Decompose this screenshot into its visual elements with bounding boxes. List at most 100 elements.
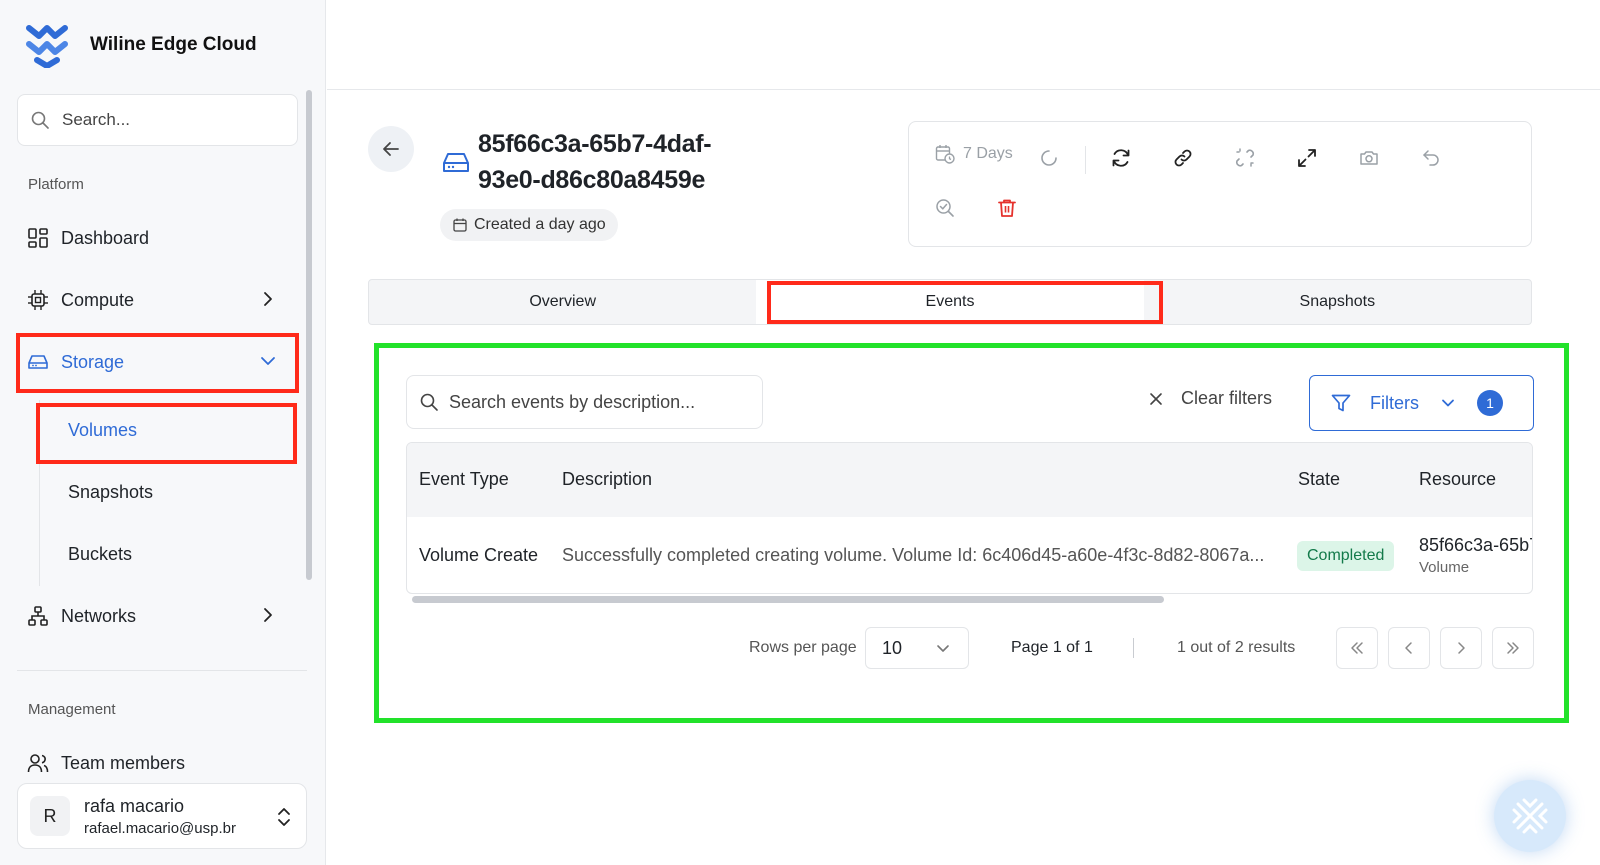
next-page-button[interactable] [1440,627,1482,669]
resource-name-cell[interactable]: 85f66c3a-65b7 [1419,535,1532,556]
chevron-right-icon [264,292,272,306]
top-bar [327,0,1600,90]
chevron-down-icon [1442,399,1454,407]
last-page-button[interactable] [1492,627,1534,669]
wiline-logo-icon [26,25,68,68]
sidebar-item-label: Dashboard [61,227,150,248]
status-badge: Completed [1297,541,1395,571]
results-count: 1 out of 2 results [1177,639,1296,656]
chevron-right-icon [1458,642,1465,654]
filters-button[interactable]: Filters 1 [1309,375,1534,431]
volume-actions-toolbar: 7 Days [908,121,1532,247]
assistant-icon [1512,798,1548,834]
refresh-button[interactable] [1103,140,1139,176]
volume-title: 85f66c3a-65b7-4daf-93e0-d86c80a8459e [478,130,712,194]
sidebar-subitem-snapshots[interactable]: Snapshots [40,467,296,517]
back-button[interactable] [368,126,414,172]
sidebar-search-input[interactable]: Search... [17,94,298,146]
volume-tabs: Overview Events Snapshots [368,279,1532,325]
created-text: Created a day ago [474,216,606,233]
sidebar-item-label: Team members [61,752,186,773]
detach-button[interactable] [1227,140,1263,176]
table-header: Event Type Description State Resource [407,443,1532,517]
page-indicator: Page 1 of 1 [1011,639,1093,656]
sidebar-item-compute[interactable]: Compute [17,275,298,325]
chevrons-right-icon [1507,642,1519,654]
inspect-button[interactable] [927,190,963,226]
users-icon [27,752,49,774]
sidebar-subitem-volumes[interactable]: Volumes [40,405,296,455]
events-table: Event Type Description State Resource Vo… [406,442,1533,594]
column-header-resource[interactable]: Resource [1419,469,1496,490]
storage-icon [27,351,49,373]
search-icon [420,393,438,411]
unlink-icon [1235,148,1255,167]
column-header-event-type[interactable]: Event Type [419,469,509,490]
volume-icon [443,153,469,172]
user-name: rafa macario [84,795,185,816]
delete-icon [998,199,1016,217]
events-search-placeholder: Search events by description... [449,391,696,412]
loading-indicator [1031,140,1067,176]
rows-per-page-select[interactable]: 10 [865,627,969,669]
search-placeholder: Search... [62,110,131,129]
platform-section-label: Platform [28,176,84,193]
sidebar-scrollbar[interactable] [306,90,312,580]
sidebar-item-networks[interactable]: Networks [17,591,298,641]
column-header-state[interactable]: State [1298,469,1340,490]
expand-icon [1298,149,1316,167]
toolbar-divider [1085,146,1086,174]
first-page-button[interactable] [1336,627,1378,669]
table-horizontal-scrollbar[interactable] [412,596,1164,603]
user-menu[interactable]: R rafa macario rafael.macario@usp.br [17,783,307,849]
clear-filters-label: Clear filters [1181,388,1273,408]
brand[interactable]: Wiline Edge Cloud [26,22,257,68]
inspect-icon [936,199,954,217]
chevrons-up-down-icon [278,808,290,826]
events-search-input[interactable]: Search events by description... [406,375,763,429]
sidebar-subitem-buckets[interactable]: Buckets [40,529,296,579]
sidebar-item-team-members[interactable]: Team members [17,738,298,788]
search-icon [31,111,49,129]
filters-label: Filters [1370,392,1419,413]
dashboard-icon [27,227,49,249]
brand-name: Wiline Edge Cloud [90,34,257,55]
close-icon [1150,392,1162,405]
chevron-right-icon [264,608,272,622]
chevron-left-icon [1405,642,1412,654]
event-type-cell: Volume Create [419,545,539,565]
snapshot-button[interactable] [1351,140,1387,176]
assistant-fab-button[interactable] [1494,780,1566,852]
attach-button[interactable] [1165,140,1201,176]
revert-button[interactable] [1413,140,1449,176]
sidebar-divider [17,670,307,671]
filter-icon [1331,394,1351,412]
chevrons-left-icon [1351,642,1363,654]
loading-icon [1041,150,1057,166]
column-header-description[interactable]: Description [562,469,652,490]
resize-button[interactable] [1289,140,1325,176]
chevron-down-icon [261,357,275,365]
refresh-icon [1112,149,1130,167]
filters-count-badge: 1 [1477,390,1503,416]
sidebar-item-storage[interactable]: Storage [17,337,298,387]
clear-filters-button[interactable]: Clear filters [1149,388,1272,409]
camera-icon [1360,151,1378,165]
rows-per-page-label: Rows per page [749,639,857,656]
calendar-clock-icon [935,145,955,164]
arrow-left-icon [383,142,399,156]
tab-overview[interactable]: Overview [369,280,756,324]
created-badge: Created a day ago [440,209,618,241]
time-range-label: 7 Days [963,145,1013,162]
previous-page-button[interactable] [1388,627,1430,669]
undo-icon [1423,150,1439,166]
sidebar-item-dashboard[interactable]: Dashboard [17,213,298,263]
description-cell: Successfully completed creating volume. … [562,545,1265,565]
user-email: rafael.macario@usp.br [84,819,236,837]
sidebar-item-label: Storage [61,351,125,372]
chevron-down-icon [937,645,949,652]
time-range-selector[interactable]: 7 Days [935,144,1013,164]
tab-snapshots[interactable]: Snapshots [1144,280,1531,324]
delete-button[interactable] [989,190,1025,226]
tab-events[interactable]: Events [756,280,1144,324]
